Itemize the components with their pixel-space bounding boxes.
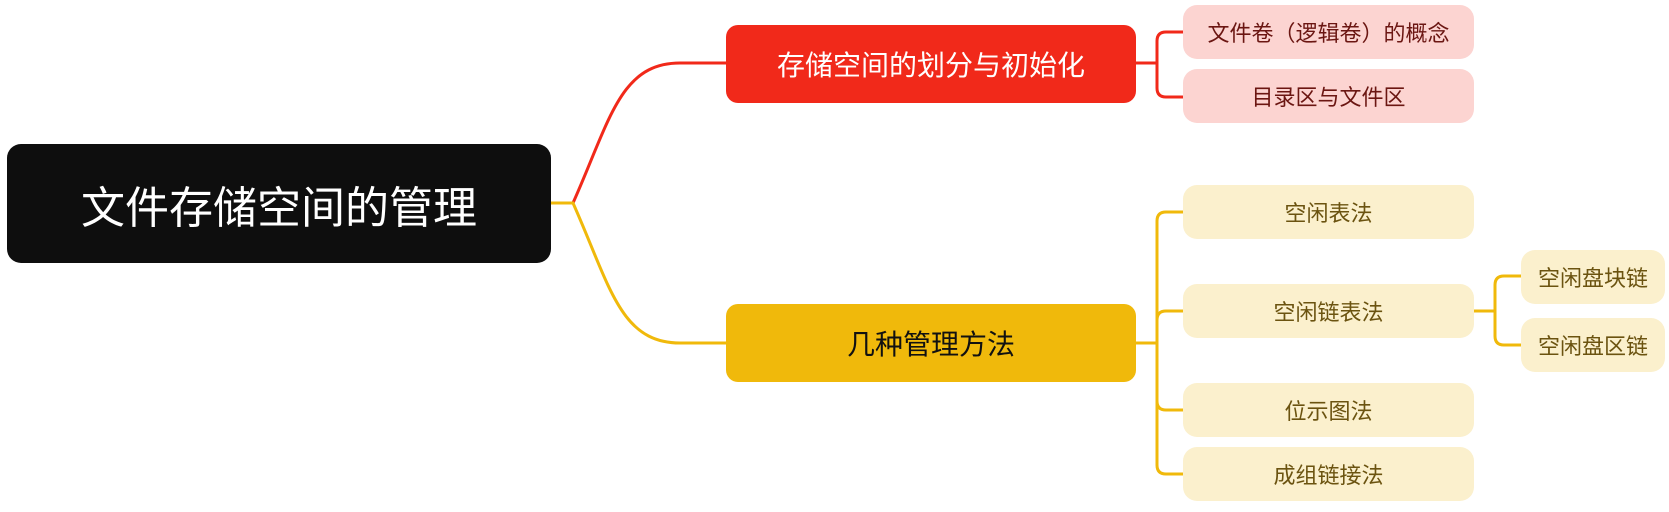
root-label: 文件存储空间的管理 [81,182,477,234]
connector-methods-children [1136,210,1183,476]
branch-label: 几种管理方法 [846,328,1015,361]
connector-root-to-storage [571,61,726,204]
connector-linked-list-children [1474,274,1521,347]
branch-label: 存储空间的划分与初始化 [776,49,1085,82]
leaf-label: 文件卷（逻辑卷）的概念 [1207,22,1450,47]
leaf-grouped-linking[interactable]: 成组链接法 [1183,447,1474,501]
leaf-free-table[interactable]: 空闲表法 [1183,185,1474,239]
leaf-label: 空闲表法 [1284,202,1373,227]
branch-storage-partition[interactable]: 存储空间的划分与初始化 [726,25,1136,103]
leaf-label: 空闲链表法 [1273,301,1384,326]
leaf-label: 空闲盘区链 [1537,335,1648,360]
connector-root-to-methods [551,201,726,345]
branch-management-methods[interactable]: 几种管理方法 [726,304,1136,382]
leaf-label: 位示图法 [1284,400,1373,425]
leaf-free-block-chain[interactable]: 空闲盘块链 [1521,250,1665,304]
connector-storage-children [1136,30,1183,99]
leaf-free-list[interactable]: 空闲链表法 [1183,284,1474,338]
leaf-free-extent-chain[interactable]: 空闲盘区链 [1521,318,1665,372]
leaf-file-volume[interactable]: 文件卷（逻辑卷）的概念 [1183,5,1474,59]
root-node[interactable]: 文件存储空间的管理 [7,144,551,263]
leaf-bitmap[interactable]: 位示图法 [1183,383,1474,437]
leaf-directory-file-area[interactable]: 目录区与文件区 [1183,69,1474,123]
leaf-label: 空闲盘块链 [1537,267,1648,292]
leaf-label: 目录区与文件区 [1251,86,1406,111]
leaf-label: 成组链接法 [1273,464,1384,489]
